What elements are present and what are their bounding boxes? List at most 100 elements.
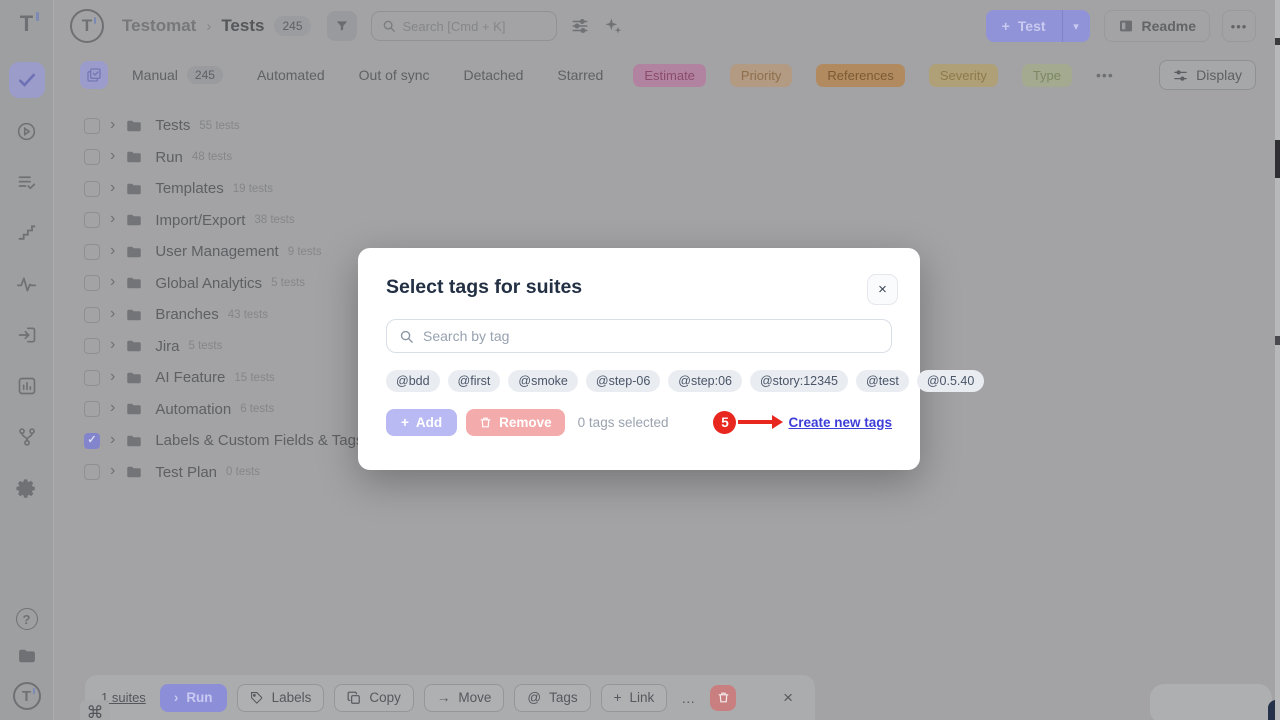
suite-name[interactable]: AI Feature xyxy=(155,369,225,386)
projects-folder-icon[interactable] xyxy=(15,644,39,668)
suite-checkbox[interactable]: ✓ xyxy=(84,401,100,417)
expand-chevron-icon[interactable]: › xyxy=(110,463,115,479)
actions-more-button[interactable]: … xyxy=(677,690,700,706)
copy-button[interactable]: Copy xyxy=(334,684,414,712)
tag-search-input[interactable]: Search by tag xyxy=(386,319,892,353)
suite-name[interactable]: Run xyxy=(155,149,183,166)
breadcrumb-section[interactable]: Tests xyxy=(221,16,264,36)
suite-name[interactable]: Tests xyxy=(155,117,190,134)
expand-chevron-icon[interactable]: › xyxy=(110,369,115,385)
suite-name[interactable]: Global Analytics xyxy=(155,275,262,292)
suite-row[interactable]: ✓ › Templates 19 tests xyxy=(54,173,1260,205)
suite-checkbox[interactable]: ✓ xyxy=(84,370,100,386)
sidebar-item-settings[interactable] xyxy=(9,470,45,506)
modal-close-button[interactable]: × xyxy=(867,274,898,305)
tag-chip[interactable]: @test xyxy=(856,370,909,392)
fields-more-button[interactable]: ••• xyxy=(1096,67,1114,83)
sidebar-item-tests[interactable] xyxy=(9,62,45,98)
select-all-button[interactable] xyxy=(80,61,108,89)
tag-chip[interactable]: @story:12345 xyxy=(750,370,848,392)
filter-tab[interactable]: Detached xyxy=(463,67,523,83)
suite-name[interactable]: Automation xyxy=(155,401,231,418)
sidebar-item-runs[interactable] xyxy=(9,113,45,149)
filter-funnel-button[interactable] xyxy=(327,11,357,41)
expand-chevron-icon[interactable]: › xyxy=(110,274,115,290)
new-test-button[interactable]: + Test xyxy=(986,10,1062,42)
create-new-tags-link[interactable]: Create new tags xyxy=(788,415,892,430)
remove-tags-button[interactable]: Remove xyxy=(466,409,565,436)
expand-chevron-icon[interactable]: › xyxy=(110,211,115,227)
account-avatar[interactable]: T xyxy=(13,682,41,710)
move-button[interactable]: → Move xyxy=(424,684,505,712)
expand-chevron-icon[interactable]: › xyxy=(110,117,115,133)
field-badge[interactable]: Estimate xyxy=(633,64,706,87)
action-bar-close-button[interactable]: × xyxy=(777,688,799,708)
sidebar-item-import[interactable] xyxy=(9,317,45,353)
field-badge[interactable]: Type xyxy=(1022,64,1072,87)
sidebar-item-pulse[interactable] xyxy=(9,266,45,302)
sidebar-item-analytics[interactable] xyxy=(9,368,45,404)
tag-chip[interactable]: @step-06 xyxy=(586,370,660,392)
readme-button[interactable]: Readme xyxy=(1104,10,1210,42)
field-badge[interactable]: Severity xyxy=(929,64,998,87)
sidebar-item-branches[interactable] xyxy=(9,419,45,455)
scrollbar-thumb[interactable] xyxy=(1275,140,1280,178)
sidebar-item-steps[interactable] xyxy=(9,215,45,251)
suite-name[interactable]: Test Plan xyxy=(155,464,217,481)
help-icon[interactable]: ? xyxy=(16,608,38,630)
expand-chevron-icon[interactable]: › xyxy=(110,148,115,164)
suite-checkbox[interactable]: ✓ xyxy=(84,244,100,260)
tag-chip[interactable]: @0.5.40 xyxy=(917,370,984,392)
display-button[interactable]: Display xyxy=(1159,60,1256,90)
suite-name[interactable]: Jira xyxy=(155,338,179,355)
expand-chevron-icon[interactable]: › xyxy=(110,180,115,196)
page-scrollbar[interactable] xyxy=(1275,0,1280,720)
suite-name[interactable]: Branches xyxy=(155,306,218,323)
tag-chip[interactable]: @first xyxy=(448,370,501,392)
expand-chevron-icon[interactable]: › xyxy=(110,432,115,448)
suite-row[interactable]: ✓ › Import/Export 38 tests xyxy=(54,205,1260,237)
labels-button[interactable]: Labels xyxy=(237,684,325,712)
suite-checkbox[interactable]: ✓ xyxy=(84,307,100,323)
filter-tab[interactable]: Automated xyxy=(257,67,325,83)
ai-assistant-button[interactable] xyxy=(603,16,623,36)
suite-checkbox[interactable]: ✓ xyxy=(84,149,100,165)
run-button[interactable]: › Run xyxy=(160,684,227,712)
sidebar-item-results[interactable] xyxy=(9,164,45,200)
suite-name[interactable]: User Management xyxy=(155,243,278,260)
tag-chip[interactable]: @smoke xyxy=(508,370,578,392)
tag-chip[interactable]: @bdd xyxy=(386,370,440,392)
delete-button[interactable] xyxy=(710,685,736,711)
add-tags-button[interactable]: + Add xyxy=(386,409,457,436)
suite-name[interactable]: Import/Export xyxy=(155,212,245,229)
suite-checkbox[interactable]: ✓ xyxy=(84,181,100,197)
suite-checkbox[interactable]: ✓ xyxy=(84,118,100,134)
suite-row[interactable]: ✓ › Run 48 tests xyxy=(54,142,1260,174)
suite-name[interactable]: Templates xyxy=(155,180,223,197)
suite-checkbox[interactable]: ✓ xyxy=(84,212,100,228)
suite-checkbox[interactable]: ✓ xyxy=(84,464,100,480)
field-badge[interactable]: References xyxy=(816,64,904,87)
filter-tab[interactable]: Starred xyxy=(557,67,603,83)
expand-chevron-icon[interactable]: › xyxy=(110,337,115,353)
filter-tab[interactable]: Out of sync xyxy=(359,67,430,83)
field-badge[interactable]: Priority xyxy=(730,64,792,87)
project-logo-icon[interactable]: T xyxy=(70,9,104,43)
suite-checkbox[interactable]: ✓ xyxy=(84,433,100,449)
tags-button[interactable]: @ Tags xyxy=(514,684,590,712)
suite-checkbox[interactable]: ✓ xyxy=(84,275,100,291)
suite-row[interactable]: ✓ › Tests 55 tests xyxy=(54,110,1260,142)
expand-chevron-icon[interactable]: › xyxy=(110,243,115,259)
filter-tab[interactable]: Manual 245 xyxy=(132,66,223,84)
expand-chevron-icon[interactable]: › xyxy=(110,400,115,416)
brand-name[interactable]: Testomat xyxy=(122,16,196,36)
tag-chip[interactable]: @step:06 xyxy=(668,370,742,392)
suite-checkbox[interactable]: ✓ xyxy=(84,338,100,354)
link-button[interactable]: + Link xyxy=(601,684,668,712)
global-search-input[interactable]: Search [Cmd + K] xyxy=(371,11,557,41)
expand-chevron-icon[interactable]: › xyxy=(110,306,115,322)
new-test-dropdown[interactable]: ▾ xyxy=(1062,10,1090,42)
view-settings-button[interactable] xyxy=(571,17,589,35)
suite-name[interactable]: Labels & Custom Fields & Tags xyxy=(155,432,363,449)
header-more-button[interactable]: ••• xyxy=(1222,10,1256,42)
